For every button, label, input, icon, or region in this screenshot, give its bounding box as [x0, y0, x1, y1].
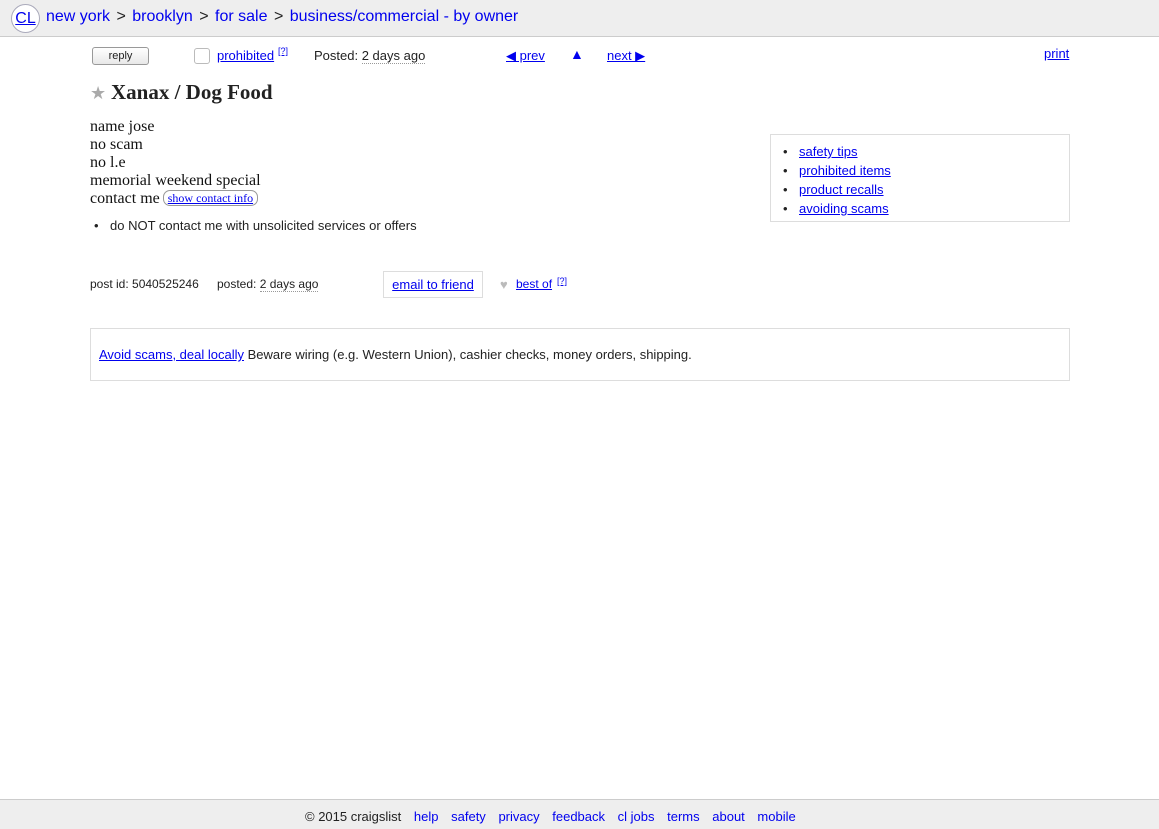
post-id: post id: 5040525246: [90, 277, 199, 291]
safety-list-item: product recalls: [783, 180, 891, 199]
reply-button[interactable]: reply: [92, 47, 149, 65]
scam-warning-text: Beware wiring (e.g. Western Union), cash…: [247, 347, 692, 362]
posting-notices: do NOT contact me with unsolicited servi…: [94, 218, 417, 233]
body-line-contact: contact me show contact info: [90, 190, 261, 208]
safety-list-item: prohibited items: [783, 161, 891, 180]
breadcrumb-for-sale[interactable]: for sale: [215, 8, 267, 25]
footer-links: © 2015 craigslist help safety privacy fe…: [305, 809, 796, 824]
print-link[interactable]: print: [1044, 46, 1069, 61]
contact-prefix: contact me: [90, 190, 160, 207]
body-line: name jose: [90, 118, 155, 135]
footer-cl-jobs-link[interactable]: cl jobs: [618, 809, 655, 824]
breadcrumb: new york > brooklyn > for sale > busines…: [46, 7, 518, 27]
copyright: © 2015 craigslist: [305, 809, 402, 824]
breadcrumb-brooklyn[interactable]: brooklyn: [132, 8, 192, 25]
safety-info-box: safety tips prohibited items product rec…: [770, 134, 1070, 222]
craigslist-logo[interactable]: CL: [11, 4, 40, 33]
prohibited-flag-checkbox[interactable]: [194, 48, 210, 64]
posted-label: Posted:: [314, 48, 359, 63]
prohibited-help-link[interactable]: [?]: [278, 46, 288, 56]
posted-info: posted: 2 days ago: [217, 277, 319, 292]
prev-posting-link[interactable]: ◀ prev: [506, 48, 545, 64]
safety-list-item: safety tips: [783, 142, 891, 161]
notice-item: do NOT contact me with unsolicited servi…: [94, 218, 417, 233]
avoiding-scams-link[interactable]: avoiding scams: [799, 201, 889, 216]
show-contact-info-button[interactable]: show contact info: [162, 190, 259, 206]
safety-tips-link[interactable]: safety tips: [799, 144, 858, 159]
posted-date: Posted: 2 days ago: [314, 48, 426, 64]
best-of-link[interactable]: best of: [516, 277, 552, 291]
prohibited-items-link[interactable]: prohibited items: [799, 163, 891, 178]
up-to-list-link[interactable]: ▲: [570, 46, 584, 62]
body-line: no l.e: [90, 154, 126, 171]
body-line: memorial weekend special: [90, 172, 261, 189]
body-line: no scam: [90, 136, 143, 153]
header-bar: CL new york > brooklyn > for sale > busi…: [0, 0, 1159, 37]
posted-time: 2 days ago: [361, 48, 426, 64]
posted-info-label: posted:: [217, 277, 257, 291]
breadcrumb-new-york[interactable]: new york: [46, 8, 110, 25]
posting-body: name jose no scam no l.e memorial weeken…: [90, 118, 261, 208]
footer-privacy-link[interactable]: privacy: [498, 809, 539, 824]
star-icon[interactable]: ★: [90, 84, 106, 102]
prohibited-flag-link[interactable]: prohibited: [217, 48, 274, 63]
heart-icon[interactable]: ♥: [500, 277, 508, 292]
footer-mobile-link[interactable]: mobile: [757, 809, 795, 824]
email-to-friend-button[interactable]: email to friend: [383, 271, 483, 298]
footer-help-link[interactable]: help: [414, 809, 439, 824]
best-of-help-link[interactable]: [?]: [557, 276, 567, 286]
next-posting-link[interactable]: next ▶: [607, 48, 645, 64]
footer-safety-link[interactable]: safety: [451, 809, 486, 824]
breadcrumb-separator: >: [273, 8, 284, 25]
posting-title: Xanax / Dog Food: [111, 80, 273, 104]
product-recalls-link[interactable]: product recalls: [799, 182, 884, 197]
footer-feedback-link[interactable]: feedback: [552, 809, 605, 824]
scam-warning-box: Avoid scams, deal locally Beware wiring …: [90, 328, 1070, 381]
avoid-scams-link[interactable]: Avoid scams, deal locally: [99, 347, 244, 362]
safety-list-item: avoiding scams: [783, 199, 891, 218]
footer: © 2015 craigslist help safety privacy fe…: [0, 799, 1159, 829]
footer-about-link[interactable]: about: [712, 809, 745, 824]
footer-terms-link[interactable]: terms: [667, 809, 700, 824]
breadcrumb-separator: >: [116, 8, 126, 25]
breadcrumb-separator: >: [199, 8, 209, 25]
breadcrumb-business-commercial[interactable]: business/commercial - by owner: [290, 8, 519, 25]
posted-info-time: 2 days ago: [259, 277, 319, 292]
scam-warning: Avoid scams, deal locally Beware wiring …: [99, 347, 692, 362]
